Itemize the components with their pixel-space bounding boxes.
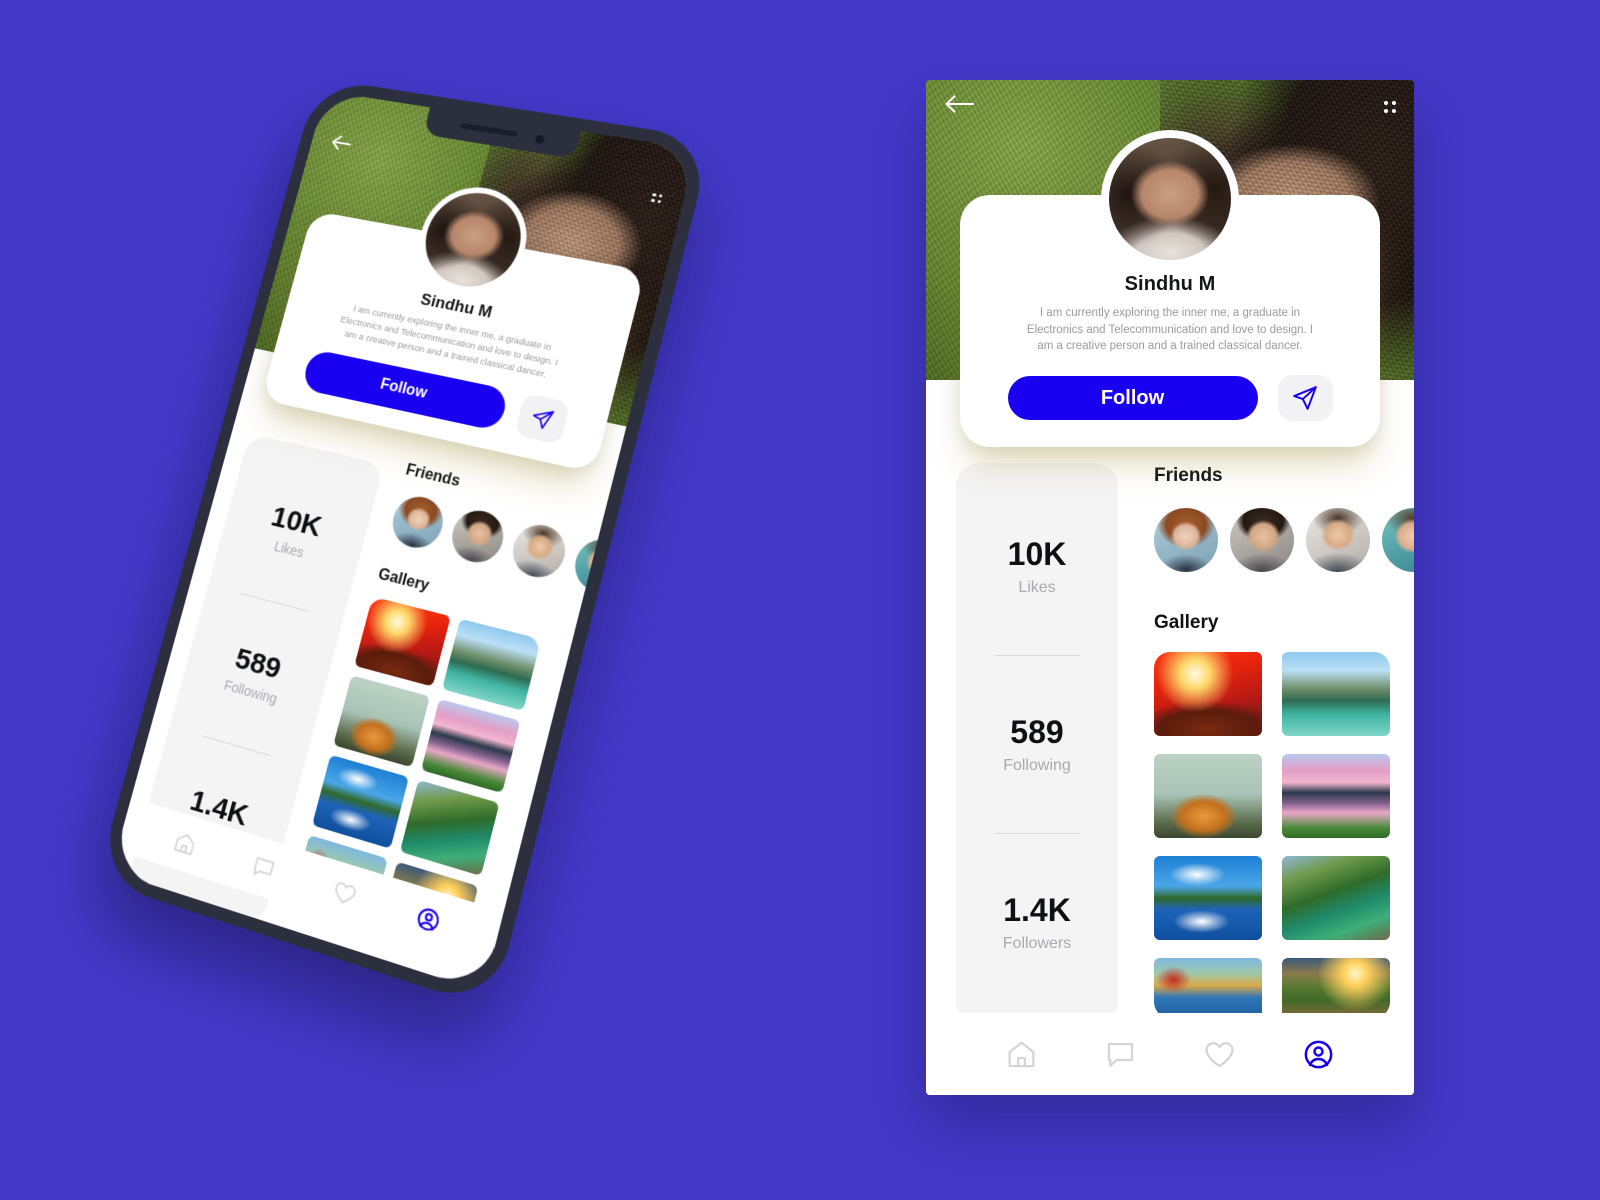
gallery-item[interactable] [1154, 958, 1262, 1018]
stat-value: 589 [1003, 714, 1071, 751]
stat-following: 589 Following [222, 641, 288, 707]
friends-title: Friends [404, 462, 462, 491]
profile-avatar-ring [1101, 130, 1239, 268]
stat-label: Followers [1003, 935, 1071, 953]
heart-icon [329, 877, 359, 909]
gallery-item[interactable] [312, 755, 409, 849]
gallery-item[interactable] [1282, 652, 1390, 736]
send-message-button[interactable] [514, 393, 571, 445]
profile-icon [413, 903, 444, 936]
gallery-grid [1154, 652, 1390, 1018]
phone-mockup-tilted: Sindhu M I am currently exploring the in… [185, 75, 705, 1015]
stats-card: 10K Likes 589 Following 1.4K Followers [956, 463, 1118, 1025]
stat-label: Likes [1008, 579, 1067, 597]
gallery-title: Gallery [376, 566, 431, 596]
paper-plane-icon [1292, 385, 1318, 411]
gallery-item[interactable] [1282, 856, 1390, 940]
send-message-button[interactable] [1278, 375, 1333, 421]
phone-device-frame: Sindhu M I am currently exploring the in… [96, 78, 712, 1010]
phone-speaker [460, 123, 518, 137]
bottom-navigation [926, 1013, 1414, 1095]
chat-icon [1104, 1038, 1137, 1071]
stat-divider [994, 655, 1080, 656]
nav-chat[interactable] [249, 852, 278, 884]
profile-icon [1302, 1038, 1335, 1071]
nav-likes[interactable] [1203, 1038, 1236, 1071]
gallery-item[interactable] [442, 619, 541, 711]
gallery-item[interactable] [354, 597, 451, 687]
stat-likes: 10K Likes [1008, 536, 1067, 597]
friend-avatar-4[interactable] [570, 534, 635, 598]
phone-screen-flat: Sindhu M I am currently exploring the in… [926, 80, 1414, 1095]
gallery-title: Gallery [1154, 612, 1218, 634]
friend-avatar-2[interactable] [447, 506, 509, 568]
gallery-item[interactable] [1154, 754, 1262, 838]
stat-divider [240, 593, 309, 612]
gallery-item[interactable] [1282, 958, 1390, 1018]
friends-title: Friends [1154, 465, 1223, 487]
gallery-item[interactable] [421, 699, 520, 793]
friend-avatar-3[interactable] [507, 520, 570, 583]
stat-divider [201, 735, 270, 756]
profile-bio: I am currently exploring the inner me, a… [1020, 305, 1320, 355]
cover-topbar [926, 80, 1414, 119]
nav-profile[interactable] [413, 903, 444, 936]
nav-chat[interactable] [1104, 1038, 1137, 1071]
gallery-item[interactable] [400, 780, 500, 876]
profile-avatar[interactable] [1109, 138, 1231, 260]
profile-actions: Follow [986, 375, 1354, 421]
stat-following: 589 Following [1003, 714, 1071, 775]
home-icon [171, 828, 200, 859]
friend-avatar-2[interactable] [1230, 508, 1294, 572]
gallery-item[interactable] [1154, 652, 1262, 736]
friend-avatar-3[interactable] [1306, 508, 1370, 572]
gallery-item[interactable] [1154, 856, 1262, 940]
stat-divider [994, 833, 1080, 834]
nav-home[interactable] [171, 828, 200, 859]
heart-icon [1203, 1038, 1236, 1071]
back-arrow-icon[interactable] [329, 134, 353, 156]
dots-grid-icon[interactable] [651, 193, 663, 204]
friend-avatar-4[interactable] [1382, 508, 1414, 572]
friend-avatar-1[interactable] [1154, 508, 1218, 572]
profile-name: Sindhu M [1125, 273, 1216, 296]
back-arrow-icon[interactable] [944, 94, 974, 119]
paper-plane-icon [529, 406, 555, 432]
stat-label: Following [1003, 757, 1071, 775]
friends-list [1154, 508, 1414, 572]
stat-likes: 10K Likes [263, 501, 325, 563]
stat-followers: 1.4K Followers [1003, 892, 1071, 953]
follow-button[interactable]: Follow [1008, 376, 1258, 420]
nav-likes[interactable] [329, 877, 359, 909]
dots-grid-icon[interactable] [1384, 101, 1396, 113]
nav-home[interactable] [1005, 1038, 1038, 1071]
home-icon [1005, 1038, 1038, 1071]
chat-icon [249, 852, 278, 884]
friend-avatar-1[interactable] [387, 492, 448, 553]
stat-value: 10K [1008, 536, 1067, 573]
stat-value: 1.4K [1003, 892, 1071, 929]
phone-screen-tilted: Sindhu M I am currently exploring the in… [111, 91, 697, 992]
nav-profile[interactable] [1302, 1038, 1335, 1071]
gallery-item[interactable] [1282, 754, 1390, 838]
phone-camera [534, 135, 545, 145]
gallery-item[interactable] [333, 675, 430, 767]
